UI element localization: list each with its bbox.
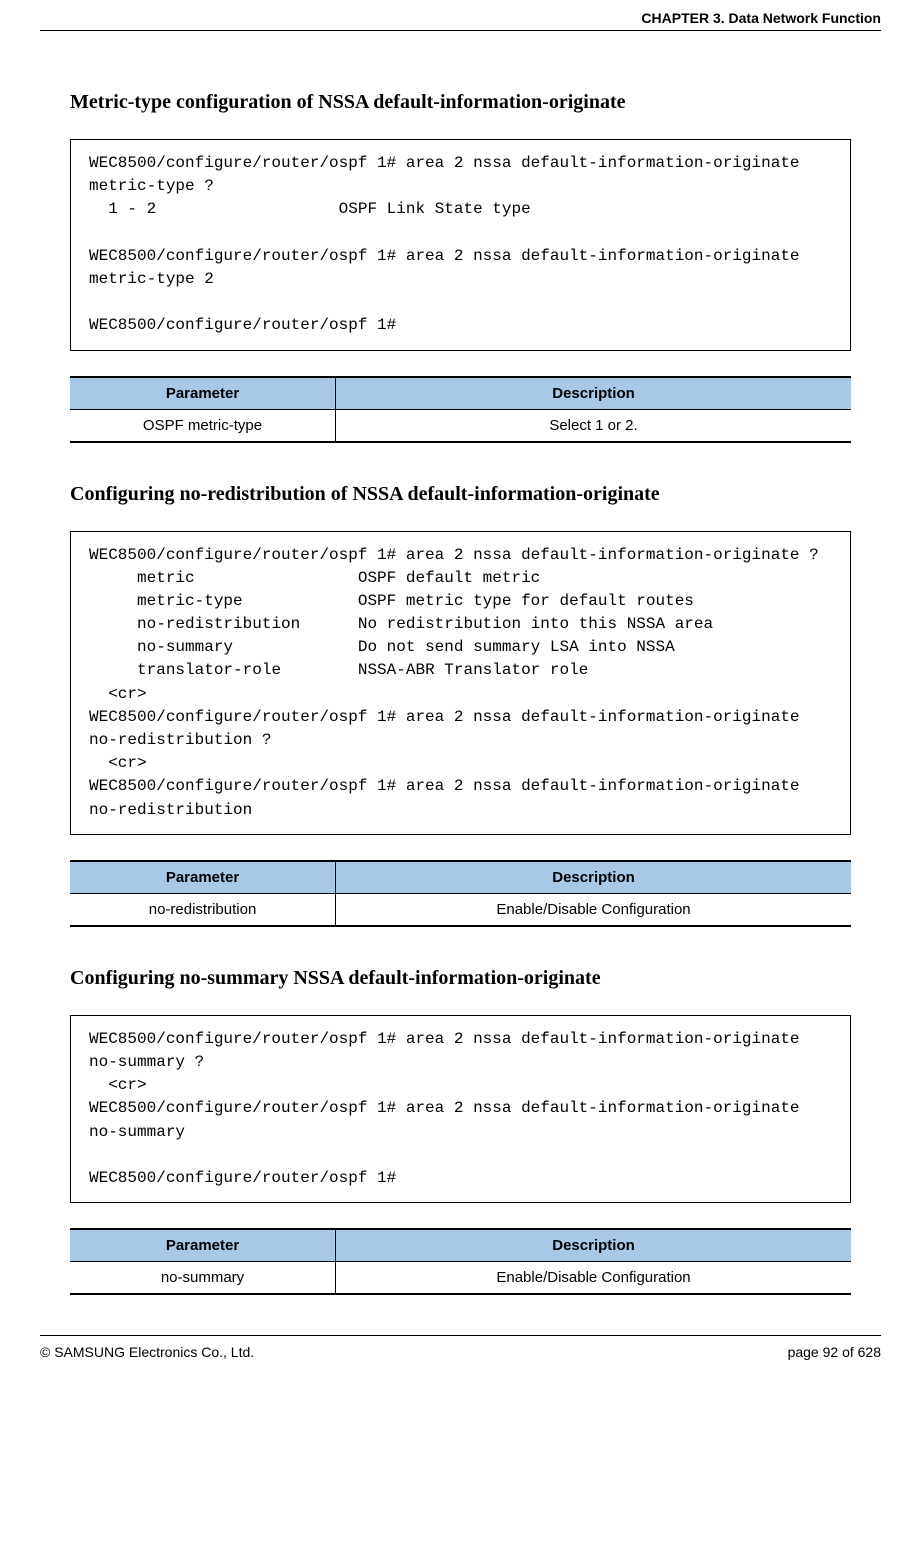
td-parameter: no-redistribution	[70, 893, 336, 926]
td-parameter: OSPF metric-type	[70, 409, 336, 442]
table-header-row: Parameter Description	[70, 1229, 851, 1262]
td-parameter: no-summary	[70, 1262, 336, 1295]
section-heading-2: Configuring no-redistribution of NSSA de…	[70, 483, 881, 506]
param-table-1: Parameter Description OSPF metric-type S…	[70, 376, 851, 443]
th-parameter: Parameter	[70, 377, 336, 410]
th-parameter: Parameter	[70, 861, 336, 894]
th-description: Description	[336, 861, 851, 894]
footer-copyright: © SAMSUNG Electronics Co., Ltd.	[40, 1344, 254, 1360]
td-description: Enable/Disable Configuration	[336, 1262, 851, 1295]
th-description: Description	[336, 1229, 851, 1262]
section-heading-3: Configuring no-summary NSSA default-info…	[70, 967, 881, 990]
param-table-3: Parameter Description no-summary Enable/…	[70, 1228, 851, 1295]
table-row: no-redistribution Enable/Disable Configu…	[70, 893, 851, 926]
chapter-header: CHAPTER 3. Data Network Function	[40, 10, 881, 31]
th-parameter: Parameter	[70, 1229, 336, 1262]
code-block-1: WEC8500/configure/router/ospf 1# area 2 …	[70, 139, 851, 351]
code-block-2: WEC8500/configure/router/ospf 1# area 2 …	[70, 531, 851, 835]
table-row: OSPF metric-type Select 1 or 2.	[70, 409, 851, 442]
footer-page-info: page 92 of 628	[788, 1344, 881, 1360]
table-row: no-summary Enable/Disable Configuration	[70, 1262, 851, 1295]
param-table-2: Parameter Description no-redistribution …	[70, 860, 851, 927]
td-description: Select 1 or 2.	[336, 409, 851, 442]
table-header-row: Parameter Description	[70, 377, 851, 410]
td-description: Enable/Disable Configuration	[336, 893, 851, 926]
section-heading-1: Metric-type configuration of NSSA defaul…	[70, 91, 881, 114]
page-footer: © SAMSUNG Electronics Co., Ltd. page 92 …	[40, 1335, 881, 1360]
th-description: Description	[336, 377, 851, 410]
code-block-3: WEC8500/configure/router/ospf 1# area 2 …	[70, 1015, 851, 1203]
table-header-row: Parameter Description	[70, 861, 851, 894]
